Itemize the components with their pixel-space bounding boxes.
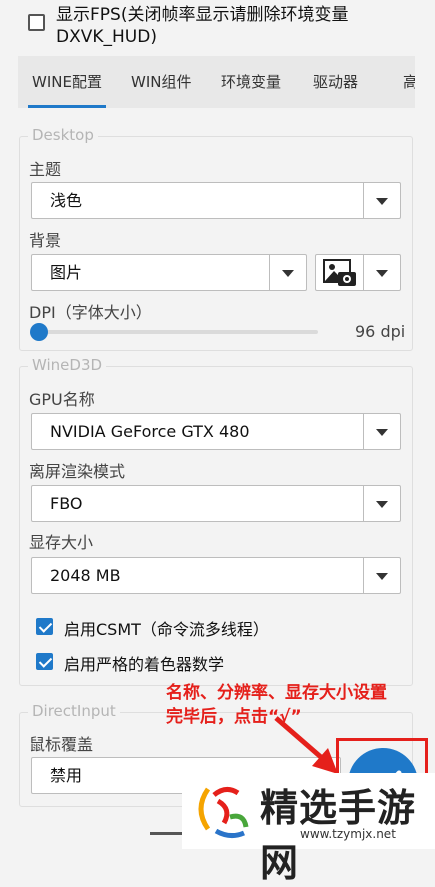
- mouse-override-value: 禁用: [50, 766, 83, 785]
- chevron-down-icon: [363, 255, 400, 290]
- show-fps-label: 显示FPS(关闭帧率显示请删除环境变量 DXVK_HUD): [56, 4, 348, 48]
- offscreen-mode-select[interactable]: FBO: [31, 485, 401, 522]
- show-fps-checkbox[interactable]: [28, 14, 45, 31]
- dpi-value: 96 dpi: [355, 322, 406, 341]
- offscreen-mode-label: 离屏渲染模式: [29, 462, 126, 481]
- desktop-legend: Desktop: [28, 126, 98, 144]
- strict-shader-label: 启用严格的着色器数学: [64, 655, 225, 674]
- chevron-down-icon: [363, 486, 400, 521]
- tab-env-vars[interactable]: 环境变量: [221, 56, 281, 108]
- strict-shader-checkbox[interactable]: [36, 653, 53, 670]
- theme-select[interactable]: 浅色: [31, 182, 401, 219]
- tab-bar: WINE配置 WIN组件 环境变量 驱动器 高: [18, 56, 415, 108]
- tab-advanced[interactable]: 高: [403, 56, 415, 108]
- background-label: 背景: [29, 231, 62, 250]
- dpi-slider-knob[interactable]: [30, 323, 48, 341]
- tab-drives[interactable]: 驱动器: [313, 56, 358, 108]
- vram-label: 显存大小: [29, 533, 94, 552]
- watermark-logo: [198, 787, 249, 839]
- gpu-name-value: NVIDIA GeForce GTX 480: [50, 422, 250, 441]
- theme-select-value: 浅色: [50, 191, 83, 210]
- csmt-checkbox[interactable]: [36, 618, 53, 635]
- directinput-legend: DirectInput: [28, 702, 120, 720]
- dpi-slider-track[interactable]: [38, 330, 318, 334]
- theme-label: 主题: [29, 160, 62, 179]
- chevron-down-icon: [363, 414, 400, 449]
- chevron-down-icon: [269, 255, 306, 290]
- tab-win-components[interactable]: WIN组件: [131, 56, 191, 108]
- gpu-name-select[interactable]: NVIDIA GeForce GTX 480: [31, 413, 401, 450]
- show-fps-label-line2: DXVK_HUD): [56, 27, 157, 47]
- watermark-url: www.tzymjx.net: [300, 827, 396, 841]
- vram-select[interactable]: 2048 MB: [31, 557, 401, 594]
- wined3d-legend: WineD3D: [28, 356, 107, 374]
- background-image-picker[interactable]: [315, 254, 401, 291]
- gpu-name-label: GPU名称: [29, 390, 95, 409]
- background-select[interactable]: 图片: [31, 254, 307, 291]
- csmt-label: 启用CSMT（命令流多线程）: [64, 620, 269, 639]
- tab-wine-config[interactable]: WINE配置: [28, 56, 106, 108]
- annotation-line1: 名称、分辨率、显存大小设置: [166, 683, 387, 703]
- show-fps-label-line1: 显示FPS(关闭帧率显示请删除环境变量: [56, 5, 349, 25]
- dpi-label: DPI（字体大小）: [29, 303, 152, 322]
- offscreen-mode-value: FBO: [50, 494, 83, 513]
- watermark: 精选手游网 www.tzymjx.net: [182, 773, 435, 885]
- image-picker-icon: [322, 258, 358, 292]
- background-select-value: 图片: [50, 263, 83, 282]
- chevron-down-icon: [363, 183, 400, 218]
- mouse-override-label: 鼠标覆盖: [29, 735, 94, 754]
- chevron-down-icon: [363, 558, 400, 593]
- vram-value: 2048 MB: [50, 566, 121, 585]
